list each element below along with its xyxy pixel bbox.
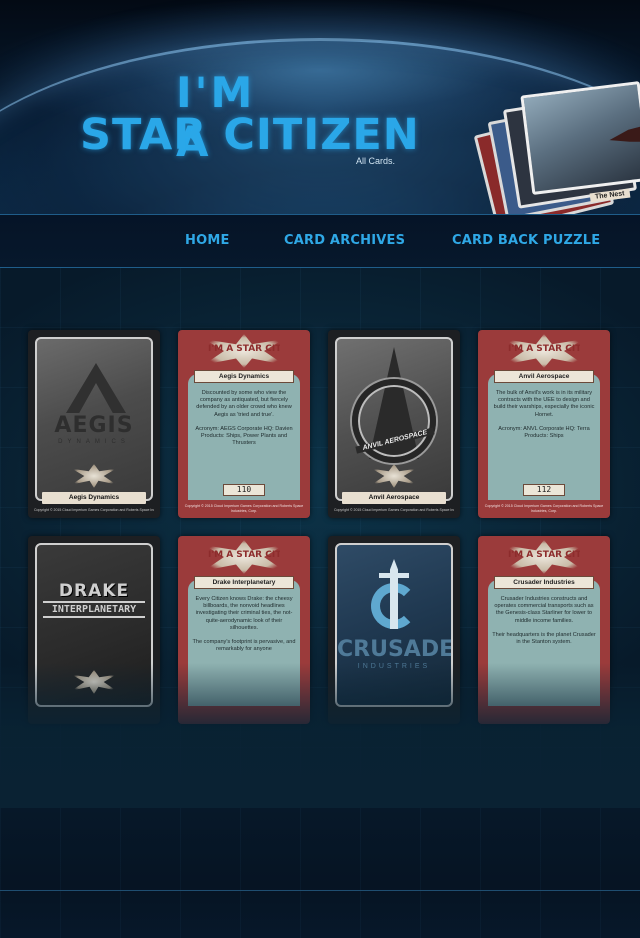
card-logo-subtext: INDUSTRIES <box>357 663 431 670</box>
card-drake-back[interactable]: I'M A STAR CITIZEN Drake Interplanetary … <box>178 536 310 724</box>
site-tagline: All Cards. <box>356 156 396 166</box>
card-title-banner: Drake Interplanetary <box>194 576 294 589</box>
nav-card-archives-link[interactable]: CARD ARCHIVES <box>284 233 405 248</box>
card-description-text: Crusader Industries constructs and opera… <box>494 596 594 624</box>
seal-text: I'M A STAR CITIZEN <box>208 344 280 354</box>
aegis-logo-icon <box>66 363 126 413</box>
card-description-text: Discounted by some who view the company … <box>196 390 292 418</box>
card-copyright: Copyright © 2015 Cloud Imperium Games Co… <box>484 504 604 513</box>
card-logo-text: CRUSADER <box>337 637 453 662</box>
card-art: CRUSADER INDUSTRIES <box>335 543 453 707</box>
card-details-text: Acronym: ANVL Corporate HQ: Terra Produc… <box>498 425 590 440</box>
sword-icon <box>390 559 398 629</box>
seal-text: I'M A STAR CITIZEN <box>508 344 580 354</box>
nav-home-link[interactable]: HOME <box>185 233 230 248</box>
card-nameplate: Anvil Aerospace <box>342 492 446 504</box>
card-anvil-back[interactable]: I'M A STAR CITIZEN Anvil Aerospace The b… <box>478 330 610 518</box>
card-description: Every Citizen knows Drake: the cheesy bi… <box>192 596 296 684</box>
card-logo-text: AEGIS <box>54 413 134 438</box>
stack-card-ship <box>520 81 640 195</box>
header-card-stack-image: The Nest <box>473 81 640 214</box>
card-description-text: Every Citizen knows Drake: the cheesy bi… <box>195 596 293 631</box>
card-crusader-back[interactable]: I'M A STAR CITIZEN Crusader Industries C… <box>478 536 610 724</box>
card-details-text: Their headquarters is the planet Crusade… <box>492 631 596 646</box>
main-nav: HOME CARD ARCHIVES CARD BACK PUZZLE <box>0 214 640 268</box>
seal-text: I'M A STAR CITIZEN <box>208 550 280 560</box>
site-title-line2[interactable]: STAR CITIZEN <box>80 110 419 160</box>
card-logo-subtext: DYNAMICS <box>58 439 130 445</box>
card-description: The bulk of Anvil's work is in its milit… <box>492 390 596 478</box>
site-header: I'M A STAR CITIZEN All Cards. The Nest <box>0 0 640 214</box>
sword-hilt-icon <box>379 573 409 578</box>
card-copyright: Copyright © 2015 Cloud Imperium Games Co… <box>334 508 454 512</box>
card-crusader-front[interactable]: CRUSADER INDUSTRIES <box>328 536 460 724</box>
card-drake-front[interactable]: DRAKE INTERPLANETARY <box>28 536 160 724</box>
card-description-text: The bulk of Anvil's work is in its milit… <box>493 390 595 418</box>
card-aegis-front[interactable]: AEGIS DYNAMICS Aegis Dynamics Copyright … <box>28 330 160 518</box>
card-logo-subtext: INTERPLANETARY <box>43 601 145 618</box>
card-gallery: AEGIS DYNAMICS Aegis Dynamics Copyright … <box>0 268 640 808</box>
card-nameplate: Aegis Dynamics <box>42 492 146 504</box>
card-logo-text: DRAKE <box>58 581 130 601</box>
card-title-banner: Anvil Aerospace <box>494 370 594 383</box>
seal-text: I'M A STAR CITIZEN <box>508 550 580 560</box>
card-description: Discounted by some who view the company … <box>192 390 296 478</box>
card-title-banner: Aegis Dynamics <box>194 370 294 383</box>
card-details-text: Acronym: AEGS Corporate HQ: Davien Produ… <box>195 425 293 447</box>
card-details-text: The company's footprint is pervasive, an… <box>192 639 296 653</box>
site-footer <box>0 808 640 938</box>
card-aegis-back[interactable]: I'M A STAR CITIZEN Aegis Dynamics Discou… <box>178 330 310 518</box>
footer-divider <box>0 890 640 891</box>
ship-icon <box>608 122 640 148</box>
card-title-banner: Crusader Industries <box>494 576 594 589</box>
card-description: Crusader Industries constructs and opera… <box>492 596 596 684</box>
nav-card-back-puzzle-link[interactable]: CARD BACK PUZZLE <box>452 233 600 248</box>
card-anvil-front[interactable]: ANVIL AEROSPACE Anvil Aerospace Copyrigh… <box>328 330 460 518</box>
card-copyright: Copyright © 2015 Cloud Imperium Games Co… <box>184 504 304 513</box>
card-copyright: Copyright © 2015 Cloud Imperium Games Co… <box>34 508 154 512</box>
card-number: 112 <box>523 484 565 496</box>
card-number: 110 <box>223 484 265 496</box>
